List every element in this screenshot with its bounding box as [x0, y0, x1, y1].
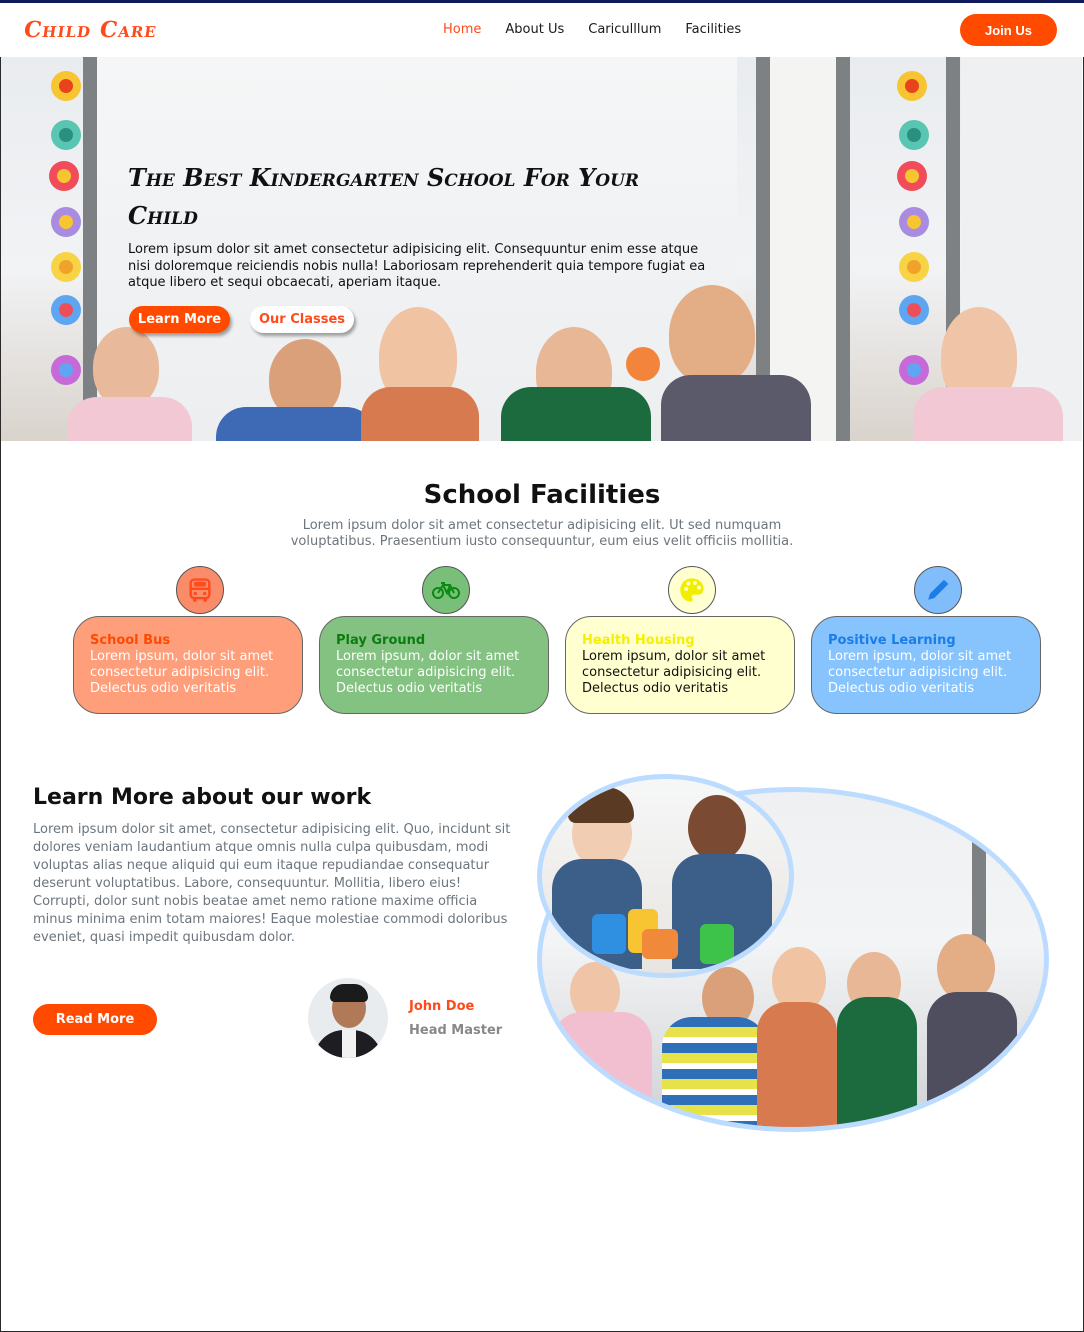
our-classes-button[interactable]: Our Classes: [250, 306, 354, 333]
read-more-button[interactable]: Read More: [33, 1004, 157, 1035]
learn-more-button[interactable]: Learn More: [129, 306, 230, 333]
hero-photo-child: [669, 285, 755, 385]
facility-card-title: Health Housing: [582, 633, 695, 648]
flower-decoration-icon: [897, 161, 927, 191]
flower-decoration-icon: [899, 120, 929, 150]
facility-card-text: Lorem ipsum, dolor sit amet consectetur …: [582, 649, 766, 696]
flower-decoration-icon: [51, 252, 81, 282]
avatar-hair: [330, 984, 368, 1002]
photo-child-clothes: [552, 1012, 652, 1127]
pencil-icon: [914, 566, 962, 614]
bicycle-icon: [422, 566, 470, 614]
nav-link-facilities[interactable]: Facilities: [685, 22, 741, 37]
hero-photo-child-clothes: [361, 387, 479, 441]
hero-photo-child-clothes: [661, 375, 811, 441]
photo-child-clothes: [757, 1002, 837, 1127]
photo-toy-cup: [642, 929, 678, 959]
flower-decoration-icon: [899, 355, 929, 385]
flower-decoration-icon: [51, 71, 81, 101]
hero-photo-child-clothes: [501, 387, 651, 441]
facilities-subtitle: Lorem ipsum dolor sit amet consectetur a…: [290, 518, 794, 549]
photo-child-clothes: [927, 992, 1017, 1127]
person-name: John Doe: [409, 999, 475, 1014]
hero-photo-child-clothes: [216, 407, 376, 441]
avatar-shirt: [342, 1030, 356, 1058]
flower-decoration-icon: [51, 295, 81, 325]
nav-link-about[interactable]: About Us: [505, 22, 564, 37]
flower-decoration-icon: [49, 161, 79, 191]
facility-card-play-ground[interactable]: Play Ground Lorem ipsum, dolor sit amet …: [319, 616, 549, 714]
navbar: Child Care Home About Us Cariculllum Fac…: [0, 3, 1084, 57]
person-role: Head Master: [409, 1023, 503, 1038]
nav-links: Home About Us Cariculllum Facilities: [443, 22, 741, 37]
photo-child-hair: [568, 787, 634, 823]
photo-toy-cup: [592, 914, 626, 954]
join-us-button[interactable]: Join Us: [960, 14, 1057, 46]
flower-decoration-icon: [51, 355, 81, 385]
photo-toy-cup: [700, 924, 734, 964]
flower-decoration-icon: [897, 71, 927, 101]
hero-description: Lorem ipsum dolor sit amet consectetur a…: [128, 242, 706, 290]
flower-decoration-icon: [899, 295, 929, 325]
facility-card-text: Lorem ipsum, dolor sit amet consectetur …: [90, 649, 274, 696]
photo-child-clothes: [662, 1017, 767, 1127]
facility-card-school-bus[interactable]: School Bus Lorem ipsum, dolor sit amet c…: [73, 616, 303, 714]
flower-decoration-icon: [51, 207, 81, 237]
palette-icon: [668, 566, 716, 614]
facility-card-text: Lorem ipsum, dolor sit amet consectetur …: [828, 649, 1012, 696]
kids-playing-photo-oval: [537, 774, 794, 978]
facility-card-positive-learning[interactable]: Positive Learning Lorem ipsum, dolor sit…: [811, 616, 1041, 714]
facility-card-title: School Bus: [90, 633, 171, 648]
photo-child: [688, 795, 746, 861]
hero-photo-child-clothes: [913, 387, 1063, 441]
hero-photo-apple-drawing: [626, 347, 660, 381]
flower-decoration-icon: [51, 120, 81, 150]
site-logo[interactable]: Child Care: [22, 17, 159, 43]
bus-icon: [176, 566, 224, 614]
hero-photo-child: [93, 327, 159, 407]
nav-link-home[interactable]: Home: [443, 22, 481, 37]
facility-card-text: Lorem ipsum, dolor sit amet consectetur …: [336, 649, 520, 696]
photo-child-clothes: [837, 997, 917, 1127]
nav-link-curriculum[interactable]: Cariculllum: [588, 22, 661, 37]
facility-card-title: Play Ground: [336, 633, 426, 648]
hero-photo-child-clothes: [67, 397, 192, 441]
avatar: [308, 978, 388, 1058]
facilities-title: School Facilities: [423, 480, 661, 510]
facility-card-title: Positive Learning: [828, 633, 956, 648]
flower-decoration-icon: [899, 252, 929, 282]
facility-card-health-housing[interactable]: Health Housing Lorem ipsum, dolor sit am…: [565, 616, 795, 714]
learn-more-description: Lorem ipsum dolor sit amet, consectetur …: [33, 822, 511, 945]
hero-photo-pillar: [836, 57, 850, 441]
flower-decoration-icon: [899, 207, 929, 237]
learn-more-title: Learn More about our work: [33, 785, 372, 810]
hero-title: The Best Kindergarten School For Your Ch…: [128, 163, 640, 230]
